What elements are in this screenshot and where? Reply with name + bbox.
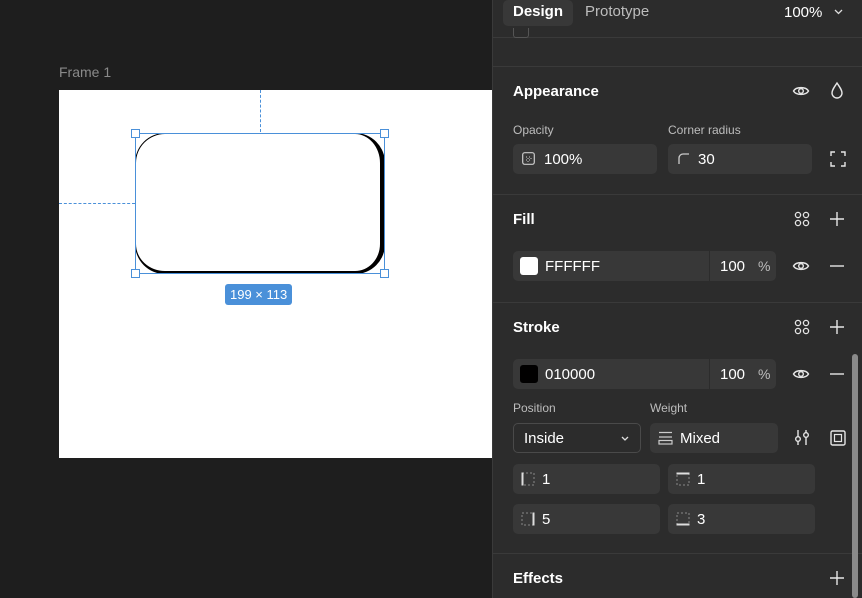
corner-radius-label: Corner radius — [668, 123, 741, 137]
styles-grid-icon[interactable] — [794, 319, 810, 335]
stroke-position-select[interactable]: Inside — [513, 423, 641, 453]
stroke-top-value: 1 — [697, 471, 706, 488]
stroke-settings-icon[interactable] — [794, 429, 811, 446]
fill-hex[interactable]: FFFFFF — [545, 258, 600, 275]
appearance-title: Appearance — [513, 83, 599, 100]
corner-radius-value: 30 — [698, 151, 715, 168]
eye-icon[interactable] — [792, 365, 810, 383]
stroke-left-value: 1 — [542, 471, 551, 488]
weight-label: Weight — [650, 401, 688, 415]
properties-panel: Design Prototype 100% Appearance Opacity… — [492, 0, 862, 598]
fill-title: Fill — [513, 211, 535, 228]
individual-strokes-icon[interactable] — [830, 430, 846, 446]
resize-handle-bottom-left[interactable] — [131, 269, 140, 278]
stroke-bottom-field[interactable]: 3 — [668, 504, 815, 534]
styles-grid-icon[interactable] — [794, 211, 810, 227]
stroke-weight-value: Mixed — [680, 430, 721, 447]
field-separator — [709, 359, 710, 389]
divider — [493, 194, 862, 195]
fill-opacity-unit: % — [758, 258, 771, 274]
selection-box — [135, 133, 385, 274]
stroke-bottom-icon — [676, 512, 690, 526]
spacing-guide-horizontal — [59, 203, 135, 204]
stroke-right-icon — [521, 512, 535, 526]
stroke-left-icon — [521, 472, 535, 486]
remove-stroke-icon[interactable] — [829, 366, 845, 382]
divider — [493, 302, 862, 303]
stroke-bottom-value: 3 — [697, 511, 706, 528]
divider — [493, 66, 862, 67]
stroke-opacity-unit: % — [758, 366, 771, 382]
stroke-top-icon — [676, 472, 690, 486]
stroke-left-field[interactable]: 1 — [513, 464, 660, 494]
drop-icon[interactable] — [829, 81, 845, 100]
add-effect-icon[interactable] — [829, 570, 845, 586]
fill-opacity[interactable]: 100 — [720, 258, 745, 275]
stroke-hex[interactable]: 010000 — [545, 366, 595, 383]
layer-stub-icon — [513, 28, 529, 38]
corner-radius-field[interactable]: 30 — [668, 144, 812, 174]
stroke-top-field[interactable]: 1 — [668, 464, 815, 494]
tab-design[interactable]: Design — [503, 0, 574, 26]
fill-color-swatch[interactable] — [520, 257, 538, 275]
stroke-right-field[interactable]: 5 — [513, 504, 660, 534]
independent-corners-icon[interactable] — [830, 151, 846, 167]
opacity-grid-icon — [522, 152, 535, 165]
tab-prototype[interactable]: Prototype — [575, 0, 659, 26]
stroke-weight-field[interactable]: Mixed — [650, 423, 778, 453]
opacity-value: 100% — [544, 151, 583, 168]
add-fill-icon[interactable] — [829, 211, 845, 227]
stroke-row[interactable]: 010000 100 % — [513, 359, 776, 389]
stroke-color-swatch[interactable] — [520, 365, 538, 383]
stroke-right-value: 5 — [542, 511, 551, 528]
panel-tabs: Design Prototype 100% — [493, 0, 862, 38]
opacity-label: Opacity — [513, 123, 554, 137]
eye-icon[interactable] — [792, 257, 810, 275]
fill-row[interactable]: FFFFFF 100 % — [513, 251, 776, 281]
stroke-position-value: Inside — [524, 430, 565, 447]
resize-handle-top-left[interactable] — [131, 129, 140, 138]
stroke-opacity[interactable]: 100 — [720, 366, 745, 383]
corner-radius-icon — [678, 153, 689, 164]
zoom-level[interactable]: 100% — [784, 4, 822, 21]
eye-icon[interactable] — [792, 82, 810, 100]
spacing-guide-vertical — [260, 90, 261, 132]
stroke-title: Stroke — [513, 319, 560, 336]
resize-handle-top-right[interactable] — [380, 129, 389, 138]
stroke-weight-icon — [658, 431, 673, 445]
panel-scrollbar[interactable] — [852, 354, 858, 598]
remove-fill-icon[interactable] — [829, 258, 845, 274]
field-separator — [709, 251, 710, 281]
effects-title: Effects — [513, 570, 564, 587]
canvas[interactable]: Frame 1 199 × 113 — [0, 0, 492, 598]
position-label: Position — [513, 401, 556, 415]
resize-handle-bottom-right[interactable] — [380, 269, 389, 278]
frame-label[interactable]: Frame 1 — [59, 64, 111, 80]
chevron-down-icon — [621, 436, 629, 441]
add-stroke-icon[interactable] — [829, 319, 845, 335]
divider — [493, 553, 862, 554]
opacity-field[interactable]: 100% — [513, 144, 657, 174]
dimensions-badge: 199 × 113 — [225, 284, 293, 305]
chevron-down-icon[interactable] — [834, 9, 843, 15]
